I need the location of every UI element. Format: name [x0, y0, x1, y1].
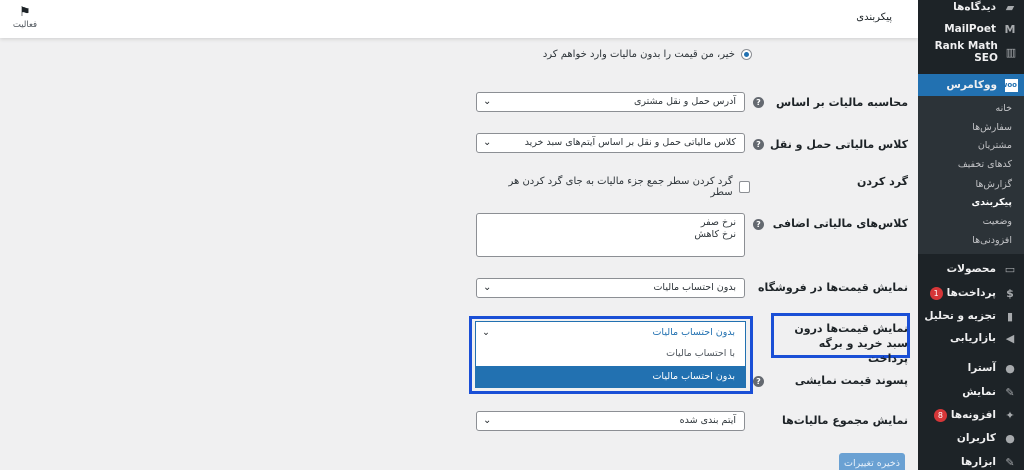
shipping-tax-class-select[interactable]: کلاس مالیاتی حمل و نقل بر اساس آیتم‌های …: [476, 133, 745, 153]
submenu-item-orders[interactable]: سفارش‌ها: [918, 119, 1024, 137]
sidebar-item-label: افزونه‌ها: [950, 409, 996, 421]
rounding-checkbox[interactable]: [738, 181, 750, 193]
rounding-checkbox-row[interactable]: گرد کردن سطر جمع جزء مالیات به جای گرد ک…: [498, 176, 750, 198]
archive-icon: ▭: [1004, 262, 1016, 276]
activity-button[interactable]: ⚑ فعالیت: [8, 5, 42, 31]
sidebar-item-label: دیدگاه‌ها: [953, 1, 996, 13]
sidebar-item-label: Rank Math SEO: [934, 40, 998, 64]
chevron-down-icon: ⌄: [483, 137, 492, 148]
select-value: آدرس حمل و نقل مشتری: [633, 96, 736, 107]
shipping-tax-class-label: کلاس مالیاتی حمل و نقل: [769, 138, 908, 151]
brush-icon: ✎: [1005, 385, 1015, 399]
update-count-badge: 8: [933, 408, 947, 422]
woo-icon: woo: [1001, 78, 1018, 92]
admin-sidebar: ▰ دیدگاه‌ها M MailPoet ▥ Rank Math SEO w…: [918, 0, 1024, 470]
tax-based-on-select[interactable]: آدرس حمل و نقل مشتری ⌄: [476, 92, 745, 112]
sidebar-item-products[interactable]: ▭ محصولات: [918, 258, 1024, 280]
sidebar-item-label: بازاریابی: [949, 332, 996, 344]
display-prices-cart-label: نمایش قیمت‌ها درون سبد خرید و برگه پرداخ…: [794, 322, 908, 365]
sidebar-item-tools[interactable]: ✎ ابزارها: [918, 451, 1024, 470]
tax-based-on-label: محاسبه مالیات بر اساس: [776, 96, 908, 109]
additional-tax-classes-label: کلاس‌های مالیاتی اضافی: [772, 217, 908, 230]
chevron-down-icon: ⌄: [483, 96, 492, 107]
page-title: پیکربندی: [856, 12, 892, 23]
chevron-down-icon: ⌄: [483, 415, 492, 426]
display-tax-totals-select[interactable]: آیتم بندی شده ⌄: [476, 411, 745, 431]
additional-tax-classes-textarea[interactable]: نرخ صفر نرخ کاهش: [476, 213, 745, 257]
dropdown-option-excl-tax[interactable]: بدون احتساب مالیات: [476, 366, 745, 388]
price-entry-radio-option[interactable]: خیر، من قیمت را بدون مالیات وارد خواهم ک…: [543, 49, 752, 60]
submenu-item-coupons[interactable]: کدهای تخفیف: [918, 156, 1024, 174]
sidebar-item-mailpoet[interactable]: M MailPoet: [918, 18, 1024, 40]
help-icon[interactable]: ?: [753, 139, 764, 150]
price-suffix-label: پسوند قیمت نمایشی: [794, 374, 908, 387]
submenu-item-customers[interactable]: مشتریان: [918, 137, 1024, 155]
astra-icon: ●: [1005, 361, 1015, 375]
dropdown-option-incl-tax[interactable]: با احتساب مالیات: [476, 343, 745, 365]
sidebar-item-analytics[interactable]: ▮ تجزیه و تحلیل: [918, 305, 1024, 327]
page-header: ⚑ فعالیت پیکربندی: [0, 0, 918, 38]
megaphone-icon: ◀: [1005, 331, 1015, 345]
select-value: کلاس مالیاتی حمل و نقل بر اساس آیتم‌های …: [524, 137, 736, 148]
sidebar-item-marketing[interactable]: ◀ بازاریابی: [918, 327, 1024, 349]
rankmath-icon: ▥: [1005, 45, 1017, 59]
display-prices-shop-select[interactable]: بدون احتساب مالیات ⌄: [476, 278, 745, 298]
dropdown-current-value[interactable]: بدون احتساب مالیات ⌄: [476, 322, 745, 343]
save-button[interactable]: ذخیره تغییرات: [839, 453, 905, 470]
select-value: بدون احتساب مالیات: [652, 327, 735, 338]
wrench-icon: ✎: [1005, 455, 1015, 469]
sidebar-item-payments[interactable]: $ پرداخت‌ها 1: [918, 282, 1024, 304]
sidebar-item-comments[interactable]: ▰ دیدگاه‌ها: [918, 0, 1024, 18]
textarea-line: نرخ صفر: [700, 217, 736, 228]
select-value: آیتم بندی شده: [679, 415, 736, 426]
sidebar-item-label: کاربران: [956, 432, 996, 444]
submenu-item-extensions[interactable]: افزودنی‌ها: [918, 232, 1024, 250]
analytics-icon: ▮: [1006, 309, 1014, 323]
sidebar-item-label: MailPoet: [944, 23, 996, 35]
rounding-label: گرد کردن: [857, 175, 908, 188]
sidebar-item-users[interactable]: ● کاربران: [918, 427, 1024, 449]
sidebar-item-label: تجزیه و تحلیل: [924, 310, 996, 322]
user-icon: ●: [1005, 431, 1015, 445]
display-prices-cart-dropdown[interactable]: بدون احتساب مالیات ⌄ با احتساب مالیات بد…: [475, 321, 746, 388]
radio-button[interactable]: [741, 49, 752, 60]
submenu-item-reports[interactable]: گزارش‌ها: [918, 176, 1024, 194]
mailpoet-icon: M: [1004, 22, 1016, 36]
checkbox-label: گرد کردن سطر جمع جزء مالیات به جای گرد ک…: [508, 176, 733, 198]
sidebar-item-label: ووکامرس: [946, 79, 997, 91]
sidebar-item-label: پرداخت‌ها: [946, 287, 996, 299]
help-icon[interactable]: ?: [753, 376, 764, 387]
sidebar-item-woocommerce[interactable]: woo ووکامرس: [918, 74, 1024, 96]
textarea-line: نرخ کاهش: [694, 229, 736, 240]
submenu-item-settings[interactable]: پیکربندی: [918, 194, 1024, 212]
select-value: بدون احتساب مالیات: [653, 282, 736, 293]
display-prices-shop-label: نمایش قیمت‌ها در فروشگاه: [758, 281, 908, 294]
help-icon[interactable]: ?: [753, 219, 764, 230]
sidebar-item-label: ابزارها: [961, 456, 996, 468]
radio-label: خیر، من قیمت را بدون مالیات وارد خواهم ک…: [542, 49, 735, 60]
display-tax-totals-label: نمایش مجموع مالیات‌ها: [781, 414, 908, 427]
sidebar-item-plugins[interactable]: ✦ افزونه‌ها 8: [918, 404, 1024, 426]
sidebar-item-label: نمایش: [962, 386, 996, 398]
sidebar-item-label: آسترا: [967, 362, 996, 374]
submenu-item-status[interactable]: وضعیت: [918, 213, 1024, 231]
sidebar-item-astra[interactable]: ● آسترا: [918, 357, 1024, 379]
sidebar-item-rankmath[interactable]: ▥ Rank Math SEO: [918, 40, 1024, 64]
plugin-icon: ✦: [1005, 408, 1015, 422]
activity-label: فعالیت: [12, 20, 38, 30]
update-count-badge: 1: [929, 286, 943, 300]
payments-icon: $: [1006, 286, 1014, 300]
sidebar-item-label: محصولات: [946, 263, 996, 275]
submenu-item-home[interactable]: خانه: [918, 100, 1024, 118]
chevron-down-icon: ⌄: [482, 327, 490, 338]
flag-icon: ⚑: [19, 5, 31, 20]
chevron-down-icon: ⌄: [483, 282, 492, 293]
help-icon[interactable]: ?: [753, 97, 764, 108]
woocommerce-submenu: خانه سفارش‌ها مشتریان کدهای تخفیف گزارش‌…: [918, 96, 1024, 254]
sidebar-item-appearance[interactable]: ✎ نمایش: [918, 381, 1024, 403]
comment-icon: ▰: [1005, 0, 1015, 14]
